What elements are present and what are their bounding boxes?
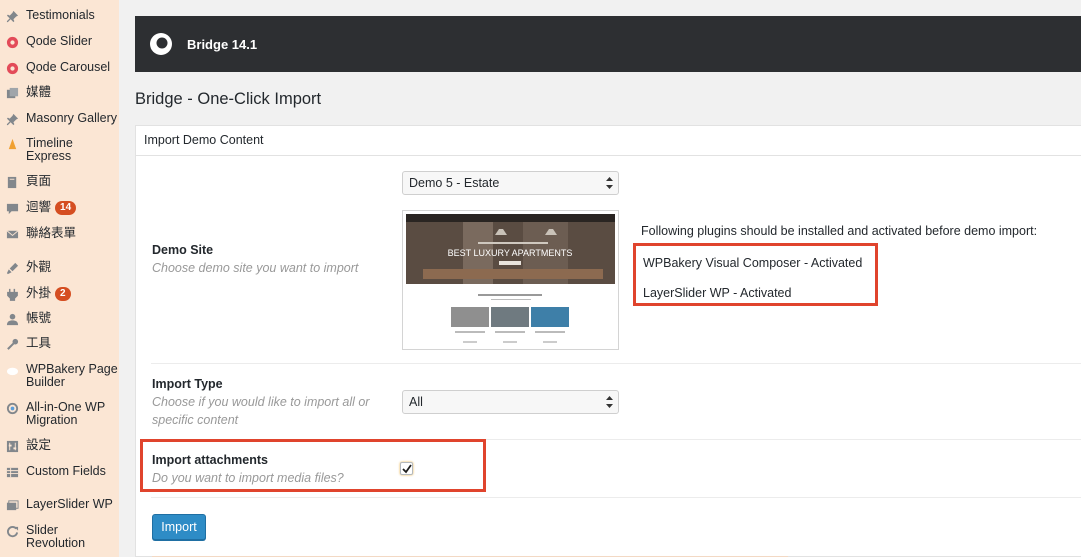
sidebar-item-users[interactable]: 帳號 — [0, 312, 119, 326]
sidebar-item-appearance[interactable]: 外觀 — [0, 261, 119, 275]
sidebar-item-plugins[interactable]: 外掛 2 — [0, 287, 119, 301]
sidebar-item-label: WPBakery Page Builder — [26, 362, 118, 389]
demo-site-description: Choose demo site you want to import — [152, 261, 359, 275]
sidebar-item-label: Slider Revolution — [26, 523, 86, 550]
plugin-status-wpbakery: WPBakery Visual Composer - Activated — [643, 256, 863, 270]
import-type-selected-value: All — [409, 395, 423, 409]
pages-icon — [5, 175, 19, 189]
sidebar-item-comments[interactable]: 迴響 14 — [0, 201, 119, 215]
migration-icon — [5, 401, 19, 415]
sidebar-item-custom-fields[interactable]: Custom Fields — [0, 465, 119, 479]
plugins-icon — [5, 287, 19, 301]
sidebar-item-settings[interactable]: 設定 — [0, 439, 119, 453]
import-panel: Import Demo Content Demo Site Choose dem… — [135, 125, 1081, 557]
media-icon — [5, 86, 19, 100]
custom-fields-icon — [5, 465, 19, 479]
sidebar-item-timeline-express[interactable]: Timeline Express — [0, 137, 119, 163]
demo-site-select[interactable]: Demo 5 - Estate — [402, 171, 619, 195]
import-type-select[interactable]: All — [402, 390, 619, 414]
demo-site-label: Demo Site — [152, 243, 214, 257]
sidebar-item-media[interactable]: 媒體 — [0, 86, 119, 100]
sidebar-item-label: Masonry Gallery — [26, 111, 117, 125]
select-arrows-icon — [606, 396, 613, 408]
sidebar-item-qode-slider[interactable]: Qode Slider — [0, 35, 119, 49]
import-type-label: Import Type — [152, 377, 223, 391]
sidebar-item-label: LayerSlider WP — [26, 497, 113, 511]
row-divider — [151, 497, 1081, 498]
theme-version-title: Bridge 14.1 — [187, 36, 258, 52]
sidebar-item-testimonials[interactable]: Testimonials — [0, 9, 119, 23]
import-type-description: Choose if you would like to import all o… — [152, 395, 370, 427]
pin-icon — [5, 112, 19, 126]
sidebar-item-tools[interactable]: 工具 — [0, 337, 119, 351]
sidebar-item-label: Qode Slider — [26, 34, 93, 48]
wpbakery-icon — [5, 363, 19, 377]
bridge-logo-icon — [150, 33, 172, 55]
import-button[interactable]: Import — [152, 514, 206, 540]
sidebar-item-label: 設定 — [26, 438, 52, 452]
demo-preview-hero-text: BEST LUXURY APARTMENTS — [448, 248, 573, 258]
demo-preview-image: BEST LUXURY APARTMENTS — [406, 214, 615, 346]
settings-icon — [5, 439, 19, 453]
import-attachments-checkbox[interactable] — [400, 462, 413, 475]
page-title: Bridge - One-Click Import — [135, 90, 322, 108]
plugins-requirement-text: Following plugins should be installed an… — [641, 224, 1038, 238]
sidebar-item-slider-revolution[interactable]: Slider Revolution — [0, 524, 119, 550]
users-icon — [5, 312, 19, 326]
comments-icon — [5, 201, 19, 215]
sidebar-item-label: 帳號 — [26, 311, 52, 325]
pin-icon — [5, 9, 19, 23]
sidebar-item-label: 迴響 14 — [26, 201, 77, 215]
sidebar-item-label: Qode Carousel — [26, 60, 111, 74]
sidebar-item-label: Testimonials — [26, 8, 95, 22]
plugins-count-badge: 2 — [55, 287, 71, 301]
sidebar-item-label: 外觀 — [26, 260, 52, 274]
sidebar-item-contact-form[interactable]: 聯絡表單 — [0, 227, 119, 241]
checkmark-icon — [402, 464, 412, 474]
admin-sidebar: Testimonials Qode Slider Qode Carousel 媒… — [0, 0, 119, 557]
qode-icon — [5, 61, 19, 75]
demo-preview-thumbnail: BEST LUXURY APARTMENTS — [402, 210, 619, 350]
sidebar-item-label: Timeline Express — [26, 136, 73, 163]
comments-count-badge: 14 — [55, 201, 77, 215]
sidebar-item-label: Custom Fields — [26, 464, 106, 478]
select-arrows-icon — [606, 177, 613, 189]
timeline-icon — [5, 137, 19, 151]
sidebar-item-label: 工具 — [26, 336, 52, 350]
sidebar-item-qode-carousel[interactable]: Qode Carousel — [0, 61, 119, 75]
sidebar-item-layerslider[interactable]: LayerSlider WP — [0, 498, 119, 512]
tools-icon — [5, 337, 19, 351]
layerslider-icon — [5, 498, 19, 512]
sidebar-item-label: 聯絡表單 — [26, 226, 77, 240]
sidebar-item-all-in-one-migration[interactable]: All-in-One WP Migration — [0, 401, 119, 427]
import-attachments-description: Do you want to import media files? — [152, 471, 344, 485]
sidebar-item-label: 外掛 2 — [26, 287, 71, 301]
demo-site-selected-value: Demo 5 - Estate — [409, 176, 500, 190]
plugin-status-layerslider: LayerSlider WP - Activated — [643, 286, 792, 300]
revolution-icon — [5, 524, 19, 538]
mail-icon — [5, 227, 19, 241]
sidebar-item-label: 頁面 — [26, 174, 52, 188]
required-plugins-highlight: WPBakery Visual Composer - Activated Lay… — [633, 243, 878, 306]
sidebar-item-pages[interactable]: 頁面 — [0, 175, 119, 189]
sidebar-item-wpbakery[interactable]: WPBakery Page Builder — [0, 363, 119, 389]
appearance-icon — [5, 261, 19, 275]
sidebar-item-masonry-gallery[interactable]: Masonry Gallery — [0, 112, 119, 126]
qode-icon — [5, 35, 19, 49]
row-divider — [151, 363, 1081, 364]
sidebar-item-label: All-in-One WP Migration — [26, 400, 105, 427]
sidebar-item-label: 媒體 — [26, 85, 52, 99]
theme-header-bar: Bridge 14.1 — [135, 16, 1081, 72]
import-attachments-label: Import attachments — [152, 453, 268, 467]
panel-heading: Import Demo Content — [136, 126, 1081, 156]
